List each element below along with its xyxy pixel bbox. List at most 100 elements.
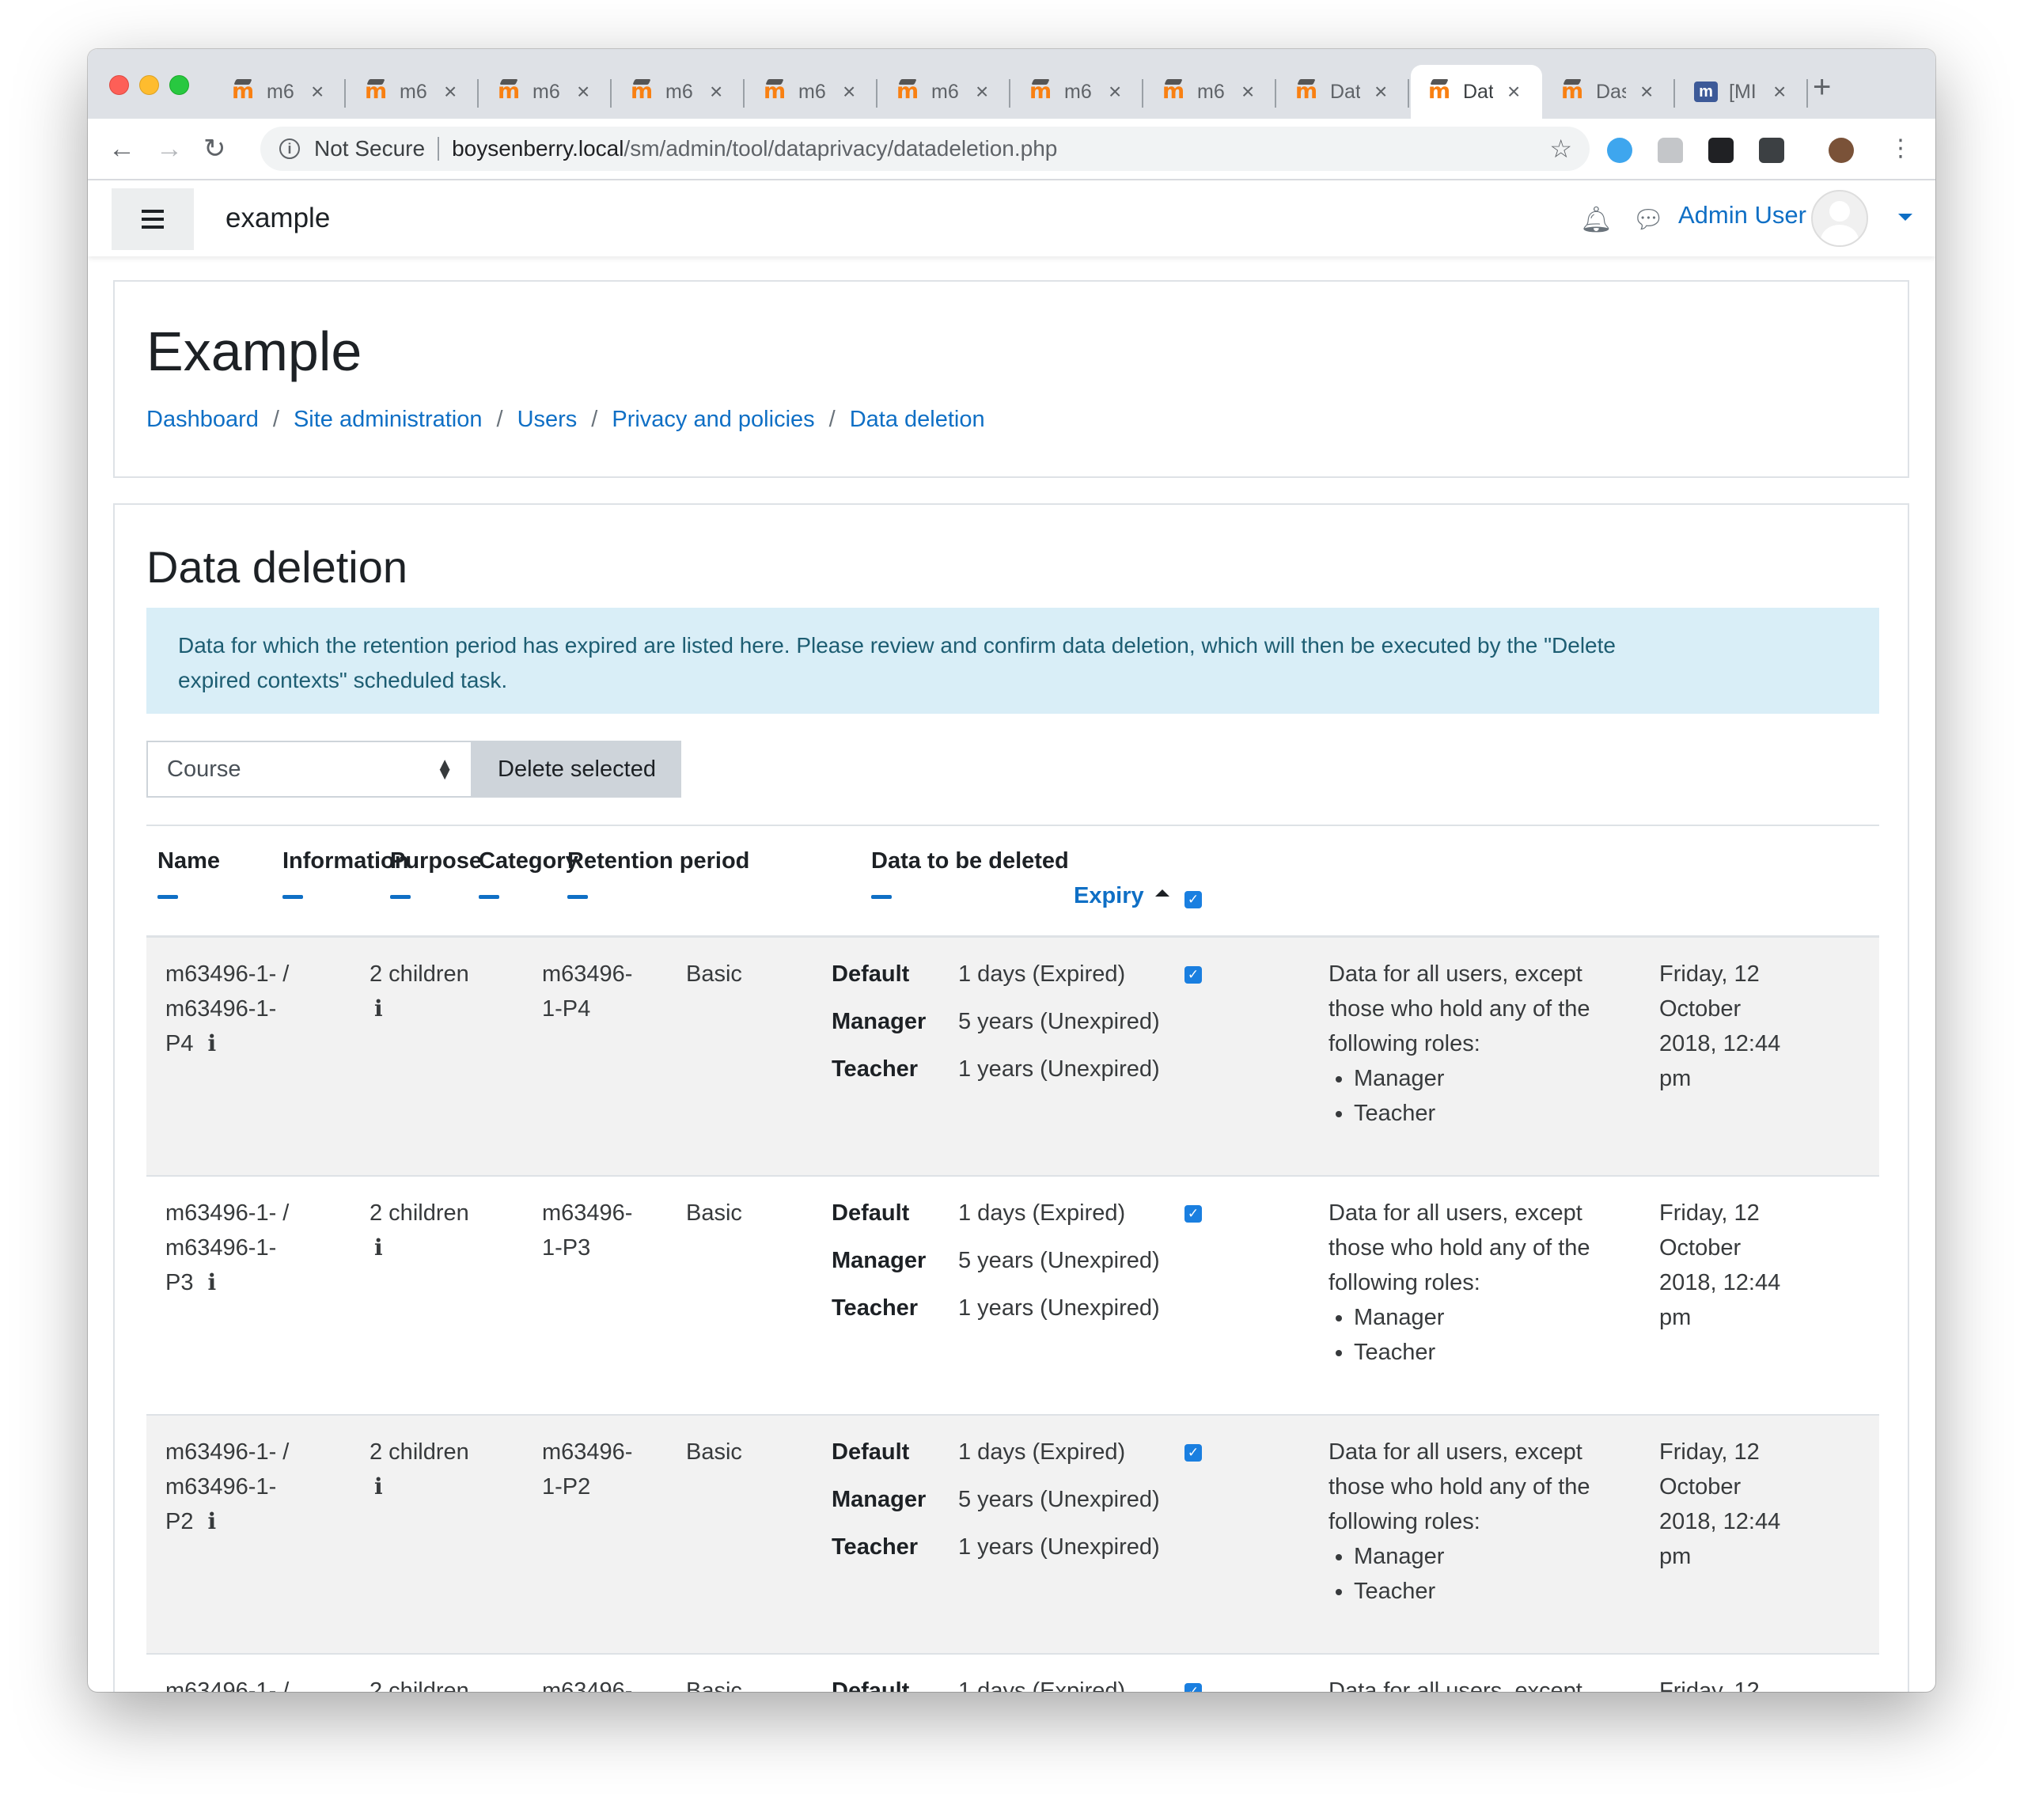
expiry-text: October <box>1659 996 1742 1022</box>
category-cell: Basic <box>686 1196 742 1230</box>
browser-tab[interactable]: m Dat × <box>1278 65 1409 119</box>
row-select-checkbox[interactable]: ✓ <box>1184 1205 1202 1223</box>
ghostery-extension-icon[interactable] <box>1708 138 1734 163</box>
url-path: /sm/admin/tool/dataprivacy/datadeletion.… <box>623 136 1058 161</box>
tab-title: m6 <box>798 80 826 103</box>
protected-role: Manager <box>1354 1300 1629 1335</box>
header-expiry-sort[interactable]: Expiry <box>1074 883 1169 909</box>
browser-tab[interactable]: m m6 × <box>347 65 479 119</box>
browser-menu-icon[interactable]: ⋮ <box>1889 133 1912 165</box>
browser-tab[interactable]: m Das × <box>1544 65 1675 119</box>
close-window-button[interactable] <box>109 75 129 95</box>
maximize-window-button[interactable] <box>169 75 189 95</box>
row-select-checkbox[interactable]: ✓ <box>1184 1444 1202 1462</box>
category-cell: Basic <box>686 1674 742 1692</box>
close-tab-icon[interactable]: × <box>1374 81 1387 103</box>
user-menu-name[interactable]: Admin User <box>1678 201 1806 229</box>
browser-tab[interactable]: m m6 × <box>480 65 612 119</box>
back-icon[interactable]: ← <box>108 133 135 165</box>
retention-period: 1 days (Expired) <box>958 961 1126 987</box>
name-cell: m63496-1- / m63496-1- P3 i <box>165 1196 332 1300</box>
table-row: m63496-1- / m63496-1- P3 i 2 children i m63496… <box>146 1177 1879 1416</box>
header-data-to-be-deleted[interactable]: Data to be deleted <box>871 848 1069 899</box>
purpose-text: m63496- <box>542 961 633 987</box>
header-name[interactable]: Name <box>157 848 220 899</box>
notification-bell-icon[interactable]: 🔔︎ <box>1580 204 1613 234</box>
purpose-text: m63496- <box>542 1200 633 1226</box>
select-all-checkbox[interactable]: ✓ <box>1184 891 1202 908</box>
expiry-text: October <box>1659 1474 1742 1500</box>
browser-tab[interactable]: m m6 × <box>214 65 346 119</box>
minimize-window-button[interactable] <box>139 75 159 95</box>
close-tab-icon[interactable]: × <box>710 81 722 103</box>
user-avatar[interactable] <box>1811 190 1868 247</box>
breadcrumb-link[interactable]: Data deletion <box>850 407 985 433</box>
profile-avatar-icon[interactable] <box>1829 138 1854 163</box>
breadcrumb-link[interactable]: Users <box>517 407 578 433</box>
close-tab-icon[interactable]: × <box>444 81 457 103</box>
browser-tab[interactable]: m [MI × <box>1677 65 1808 119</box>
row-select-checkbox[interactable]: ✓ <box>1184 966 1202 984</box>
drive-extension-icon[interactable] <box>1658 138 1683 163</box>
tab-title: m6 <box>931 80 959 103</box>
close-tab-icon[interactable]: × <box>976 81 988 103</box>
close-tab-icon[interactable]: × <box>843 81 855 103</box>
context-level-select[interactable]: Course ▲ ▼ <box>146 741 472 798</box>
browser-window: m m6 × m m6 × m m6 × m m6 × m m6 × m m6 × m m6 × m m6 × m Dat × m Da… <box>88 49 1935 1692</box>
bookmark-star-icon[interactable]: ☆ <box>1549 134 1572 164</box>
reload-icon[interactable]: ↻ <box>203 133 226 165</box>
new-tab-button[interactable]: + <box>1813 71 1831 103</box>
breadcrumb-link[interactable]: Privacy and policies <box>612 407 814 433</box>
info-icon[interactable]: i <box>279 138 300 159</box>
messages-icon[interactable]: 💬︎ <box>1632 204 1665 234</box>
close-tab-icon[interactable]: × <box>1241 81 1254 103</box>
tab-title: m6 <box>267 80 294 103</box>
breadcrumb-link[interactable]: Dashboard <box>146 407 259 433</box>
name-text: m63496-1- / <box>165 1200 290 1226</box>
info-icon[interactable]: i <box>207 1030 216 1056</box>
table-row: m63496-1- / m63496-1- P2 i 2 children i m63496… <box>146 1416 1879 1655</box>
info-icon[interactable]: i <box>374 1234 383 1261</box>
page-header-card: Example Dashboard / Site administration / Us… <box>113 280 1909 478</box>
browser-tab[interactable]: m m6 × <box>1145 65 1276 119</box>
category-text: Basic <box>686 1200 742 1226</box>
site-name[interactable]: example <box>226 203 330 234</box>
header-retention-period[interactable]: Retention period <box>567 848 749 899</box>
close-tab-icon[interactable]: × <box>577 81 589 103</box>
moodle-icon: m <box>1029 79 1052 104</box>
deletion-text: Data for all users, except <box>1328 1200 1582 1226</box>
close-tab-icon[interactable]: × <box>311 81 324 103</box>
breadcrumb-link[interactable]: Site administration <box>294 407 483 433</box>
hamburger-menu-icon[interactable] <box>112 188 194 250</box>
info-icon[interactable]: i <box>374 1473 383 1500</box>
alert-text-line-2: expired contexts" scheduled task. <box>178 668 508 692</box>
row-select-checkbox[interactable]: ✓ <box>1184 1683 1202 1692</box>
delete-selected-button[interactable]: Delete selected <box>472 741 681 798</box>
extension-icon[interactable] <box>1607 138 1632 163</box>
browser-tab[interactable]: m m6 × <box>879 65 1010 119</box>
expiry-text: Friday, 12 <box>1659 961 1760 987</box>
header-purpose[interactable]: Purpose <box>390 848 482 899</box>
header-category[interactable]: Category <box>479 848 578 899</box>
user-menu-caret-icon[interactable] <box>1898 214 1912 221</box>
browser-tab[interactable]: m Dat × <box>1411 65 1542 119</box>
close-tab-icon[interactable]: × <box>1507 81 1520 103</box>
info-icon[interactable]: i <box>207 1269 216 1295</box>
forward-icon[interactable]: → <box>156 133 183 165</box>
category-cell: Basic <box>686 1435 742 1469</box>
browser-tab[interactable]: m m6 × <box>613 65 745 119</box>
devtools-extension-icon[interactable] <box>1759 138 1784 163</box>
name-text: P4 <box>165 1031 194 1056</box>
close-tab-icon[interactable]: × <box>1640 81 1653 103</box>
info-icon[interactable]: i <box>207 1508 216 1534</box>
close-tab-icon[interactable]: × <box>1109 81 1121 103</box>
children-count: 2 children <box>370 961 469 987</box>
browser-tab[interactable]: m m6 × <box>746 65 877 119</box>
close-tab-icon[interactable]: × <box>1773 81 1786 103</box>
address-bar[interactable]: i Not Secure boysenberry.local/sm/admin/… <box>260 127 1590 171</box>
info-icon[interactable]: i <box>374 995 383 1022</box>
information-cell: 2 children <box>370 1674 469 1692</box>
table-row: m63496-1- / m63496-1- P4 i 2 children i m63496… <box>146 938 1879 1177</box>
retention-role: Manager <box>832 1009 927 1034</box>
browser-tab[interactable]: m m6 × <box>1012 65 1143 119</box>
